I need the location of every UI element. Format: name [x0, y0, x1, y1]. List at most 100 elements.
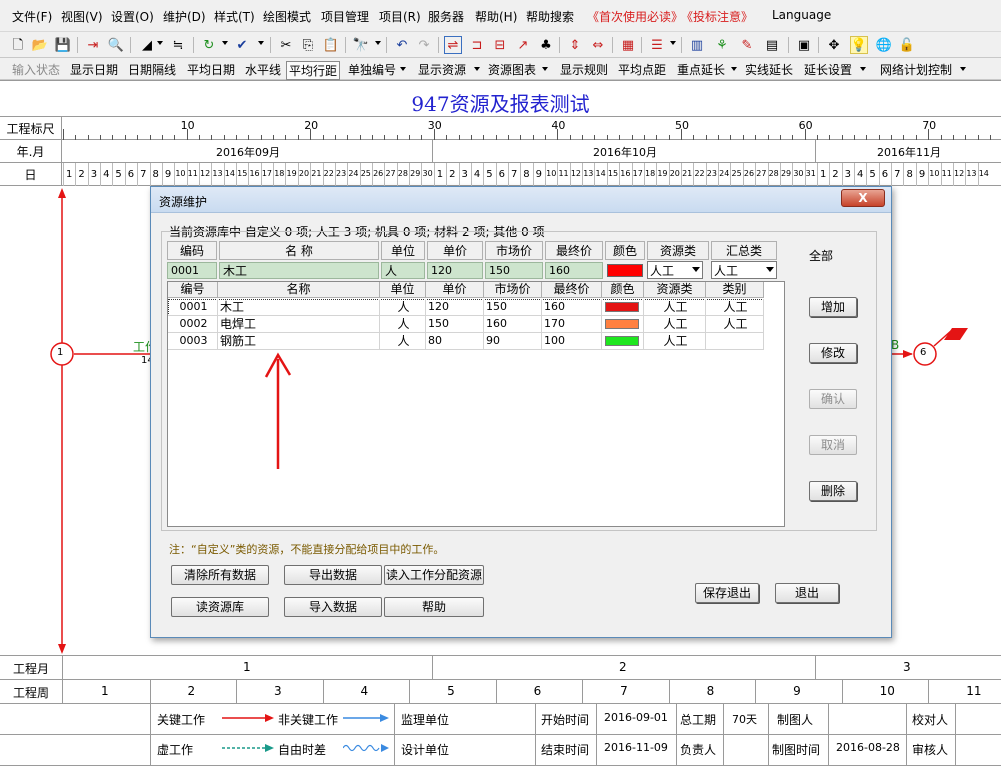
btn-show-rules[interactable]: 显示规则 — [560, 61, 608, 78]
help-button[interactable]: 帮助 — [384, 597, 484, 617]
monitor-icon[interactable]: ▣ — [795, 36, 813, 54]
menu-file[interactable]: 文件(F) — [12, 8, 52, 25]
undo-icon[interactable]: ↶ — [393, 36, 411, 54]
menu-project[interactable]: 项目(R) — [379, 8, 421, 25]
list-header-7[interactable]: 资源类 — [644, 282, 706, 298]
btn-date-lines[interactable]: 日期隔线 — [128, 61, 176, 78]
name-field[interactable]: 木工 — [219, 262, 379, 279]
layout-icon[interactable]: ☰ — [648, 36, 666, 54]
save-exit-button[interactable]: 保存退出 — [695, 583, 759, 603]
read-library-button[interactable]: 读资源库 — [171, 597, 269, 617]
expand-icon[interactable]: ⇕ — [566, 36, 584, 54]
btn-input-state[interactable]: 输入状态 — [12, 61, 60, 78]
resource-chart-icon[interactable]: ▦ — [619, 36, 637, 54]
menu-settings[interactable]: 设置(O) — [111, 8, 154, 25]
nodes-icon[interactable]: ⚘ — [713, 36, 731, 54]
btn-solid-extend[interactable]: 实线延长 — [745, 61, 793, 78]
add-button[interactable]: 增加 — [809, 297, 857, 317]
copy-icon[interactable]: ⎘ — [299, 36, 317, 54]
unlock-icon[interactable]: 🔓 — [898, 36, 916, 54]
export-icon[interactable]: ⇥ — [84, 36, 102, 54]
save-icon[interactable]: 💾 — [54, 36, 72, 54]
dialog-titlebar[interactable]: 资源维护 X — [151, 187, 891, 213]
delete-button[interactable]: 删除 — [809, 481, 857, 501]
gantt-icon[interactable]: ⊟ — [491, 36, 509, 54]
shrink-icon[interactable]: ⇔ — [589, 36, 607, 54]
new-file-icon[interactable]: 🗋 — [9, 36, 27, 54]
summary-type-value: 人工 — [714, 263, 739, 278]
list-header-0[interactable]: 编号 — [168, 282, 218, 298]
menu-view[interactable]: 视图(V) — [61, 8, 103, 25]
close-icon[interactable]: X — [841, 189, 885, 207]
menu-draw-mode[interactable]: 绘图模式 — [263, 8, 311, 25]
read-assignment-button[interactable]: 读入工作分配资源 — [384, 565, 484, 585]
fill-icon[interactable]: ◢ — [138, 36, 156, 54]
list-header-1[interactable]: 名称 — [218, 282, 380, 298]
network-mode-icon[interactable]: ⇌ — [444, 36, 462, 54]
btn-average-date[interactable]: 平均日期 — [187, 61, 235, 78]
legend-float: 自由时差 — [278, 743, 327, 757]
menu-style[interactable]: 样式(T) — [214, 8, 255, 25]
btn-single-numbering[interactable]: 单独编号 — [348, 61, 396, 78]
list-header-2[interactable]: 单位 — [380, 282, 426, 298]
btn-extend-settings[interactable]: 延长设置 — [804, 61, 852, 78]
btn-average-row-spacing[interactable]: 平均行距 — [286, 61, 341, 80]
resource-list[interactable]: 编号 名称 单位 单价 市场价 最终价 颜色 资源类 类别 0001 木工人 120 150 160 人工人… — [167, 281, 785, 527]
tree-icon[interactable]: ♣ — [537, 36, 555, 54]
market-field[interactable]: 150 — [485, 262, 543, 279]
edit-pen-icon[interactable]: ✎ — [738, 36, 756, 54]
btn-show-date[interactable]: 显示日期 — [70, 61, 118, 78]
summary-type-select[interactable]: 人工 — [711, 261, 777, 279]
btn-show-resource[interactable]: 显示资源 — [418, 61, 466, 78]
menu-project-manage[interactable]: 项目管理 — [321, 8, 369, 25]
menu-first-read[interactable]: 《首次使用必读》 — [587, 8, 683, 25]
month-oct: 2016年10月 — [593, 146, 657, 159]
calendar-icon[interactable]: ▤ — [763, 36, 781, 54]
print-preview-icon[interactable]: 🔍 — [107, 36, 125, 54]
curve-icon[interactable]: ↗ — [514, 36, 532, 54]
menu-bid-notes[interactable]: 《投标注意》 — [681, 8, 753, 25]
list-header-8[interactable]: 类别 — [706, 282, 764, 298]
align-icon[interactable]: ✥ — [825, 36, 843, 54]
btn-network-control[interactable]: 网络计划控制 — [880, 61, 952, 78]
btn-horizontal-line[interactable]: 水平线 — [245, 61, 281, 78]
confirm-button[interactable]: 确认 — [809, 389, 857, 409]
open-folder-icon[interactable]: 📂 — [31, 36, 49, 54]
menu-language[interactable]: Language — [772, 8, 831, 22]
exit-button[interactable]: 退出 — [775, 583, 839, 603]
lightbulb-icon[interactable]: 💡 — [850, 36, 868, 54]
resource-type-select[interactable]: 人工 — [647, 261, 703, 279]
cancel-button[interactable]: 取消 — [809, 435, 857, 455]
menu-server[interactable]: 服务器 — [428, 8, 464, 25]
refresh-icon[interactable]: ↻ — [200, 36, 218, 54]
redo-icon[interactable]: ↷ — [415, 36, 433, 54]
clear-all-button[interactable]: 清除所有数据 — [171, 565, 269, 585]
cut-icon[interactable]: ✂ — [277, 36, 295, 54]
maker-label: 制图人 — [777, 713, 814, 727]
final-field[interactable]: 160 — [545, 262, 603, 279]
code-field[interactable]: 0001 — [167, 262, 217, 279]
list-header-4[interactable]: 市场价 — [484, 282, 542, 298]
find-icon[interactable]: 🔭 — [352, 36, 370, 54]
color-swatch[interactable] — [607, 264, 643, 277]
list-header-6[interactable]: 颜色 — [602, 282, 644, 298]
list-header-3[interactable]: 单价 — [426, 282, 484, 298]
books-icon[interactable]: ▥ — [688, 36, 706, 54]
import-data-button[interactable]: 导入数据 — [284, 597, 382, 617]
bar-mode-icon[interactable]: ⊐ — [468, 36, 486, 54]
unit-field[interactable]: 人 — [381, 262, 425, 279]
btn-key-extend[interactable]: 重点延长 — [677, 61, 725, 78]
globe-icon[interactable]: 🌐 — [875, 36, 893, 54]
price-field[interactable]: 120 — [427, 262, 483, 279]
btn-resource-chart[interactable]: 资源图表 — [488, 61, 536, 78]
check-icon[interactable]: ✔ — [233, 36, 251, 54]
list-header-5[interactable]: 最终价 — [542, 282, 602, 298]
menu-maintain[interactable]: 维护(D) — [163, 8, 206, 25]
menu-help-search[interactable]: 帮助搜索 — [526, 8, 574, 25]
btn-average-point-spacing[interactable]: 平均点距 — [618, 61, 666, 78]
menu-help[interactable]: 帮助(H) — [475, 8, 517, 25]
list-indent-icon[interactable]: ≒ — [169, 36, 187, 54]
export-data-button[interactable]: 导出数据 — [284, 565, 382, 585]
modify-button[interactable]: 修改 — [809, 343, 857, 363]
paste-icon[interactable]: 📋 — [322, 36, 340, 54]
